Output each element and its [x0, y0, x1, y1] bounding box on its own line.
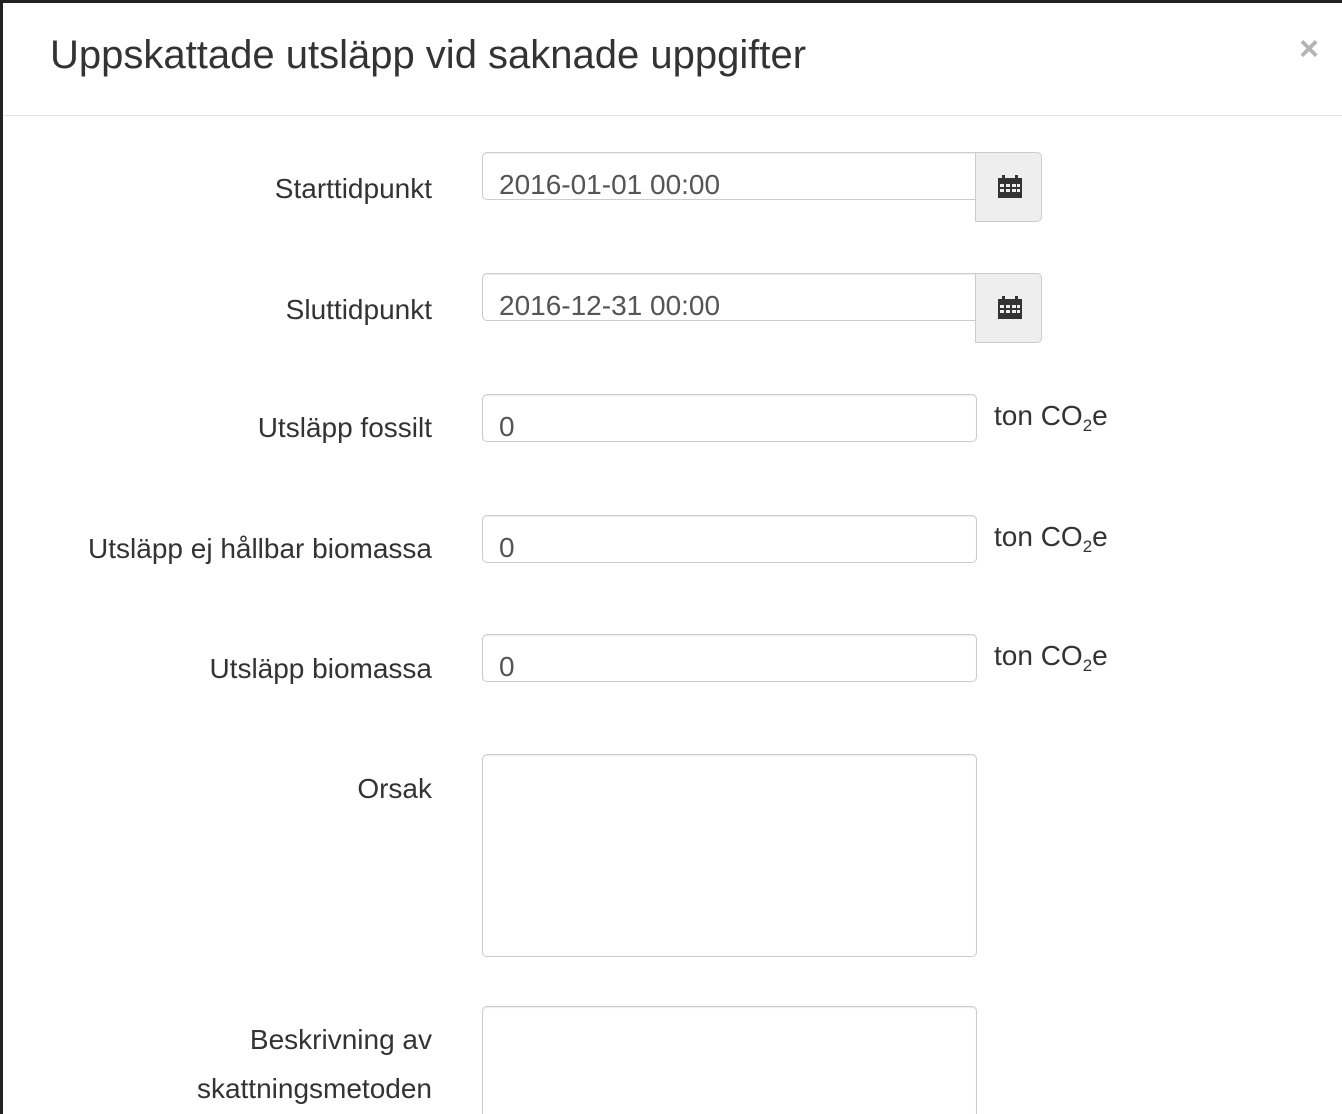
fossil-label: Utsläpp fossilt — [257, 412, 432, 443]
unsustainable-biomass-input[interactable]: 0 — [482, 515, 977, 563]
close-button[interactable]: × — [1292, 29, 1326, 69]
method-textarea[interactable] — [482, 1006, 977, 1114]
end-label: Sluttidpunkt — [285, 294, 432, 325]
unsustainable-biomass-unit: ton CO2e — [994, 521, 1108, 556]
fossil-unit: ton CO2e — [994, 400, 1108, 435]
biomass-label: Utsläpp biomassa — [209, 653, 432, 684]
calendar-icon — [998, 175, 1022, 198]
end-calendar-button[interactable] — [975, 273, 1042, 343]
end-date-input[interactable]: 2016-12-31 00:00 — [482, 273, 977, 321]
start-calendar-button[interactable] — [975, 152, 1042, 222]
modal-title: Uppskattade utsläpp vid saknade uppgifte… — [50, 33, 807, 77]
estimated-emissions-modal: Uppskattade utsläpp vid saknade uppgifte… — [0, 0, 1342, 1114]
start-date-input[interactable]: 2016-01-01 00:00 — [482, 152, 977, 200]
calendar-icon — [998, 296, 1022, 319]
reason-textarea[interactable] — [482, 754, 977, 957]
method-label-line2: skattningsmetoden — [196, 1073, 432, 1104]
unsustainable-biomass-label: Utsläpp ej hållbar biomassa — [88, 533, 432, 564]
reason-label: Orsak — [357, 773, 432, 804]
start-label: Starttidpunkt — [274, 173, 432, 204]
modal-header: Uppskattade utsläpp vid saknade uppgifte… — [3, 3, 1342, 116]
method-label-line1: Beskrivning av — [249, 1024, 432, 1055]
biomass-emissions-input[interactable]: 0 — [482, 634, 977, 682]
biomass-unit: ton CO2e — [994, 640, 1108, 675]
fossil-emissions-input[interactable]: 0 — [482, 394, 977, 442]
